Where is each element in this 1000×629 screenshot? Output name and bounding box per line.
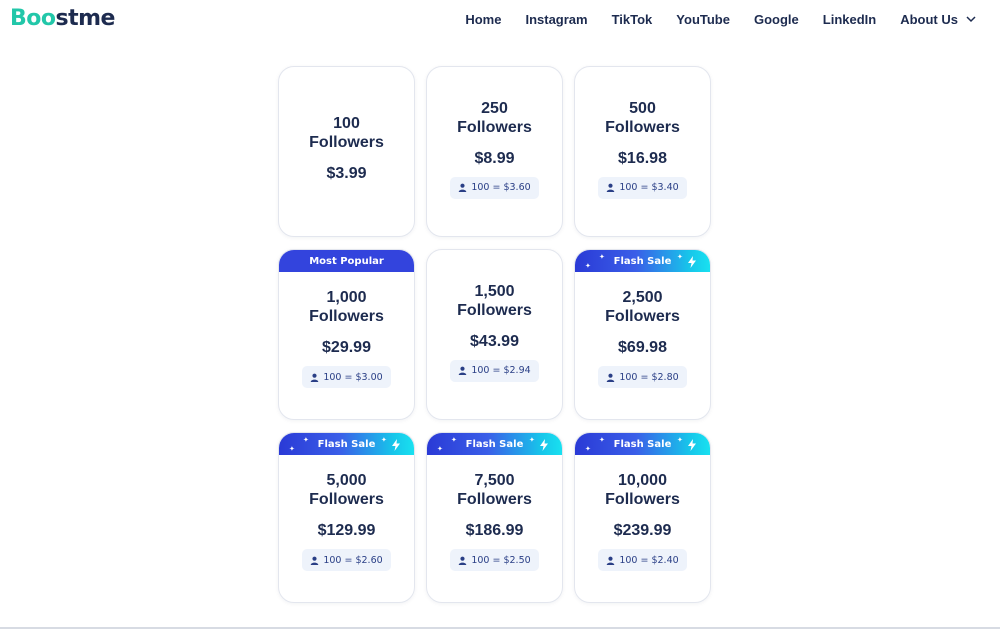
flash-sale-label: Flash Sale xyxy=(317,438,376,450)
package-card-250[interactable]: 250 Followers $8.99 100 = $3.60 xyxy=(426,66,563,237)
package-card-1500[interactable]: 1,500 Followers $43.99 100 = $2.94 xyxy=(426,249,563,420)
lightning-bolt-icon xyxy=(540,439,548,451)
rate-badge: 100 = $2.80 xyxy=(598,366,687,388)
nav-about-us[interactable]: About Us xyxy=(900,12,976,27)
package-price: $186.99 xyxy=(465,522,524,539)
package-quantity: 500 Followers xyxy=(605,99,680,136)
lightning-bolt-icon xyxy=(688,439,696,451)
sparkle-icon: ✦ xyxy=(677,253,683,261)
package-card-2500[interactable]: ✦ ✦ ✦ Flash Sale 2,500 Followers $69.98 1… xyxy=(574,249,711,420)
package-price: $16.98 xyxy=(618,149,667,167)
user-icon xyxy=(607,183,615,192)
package-quantity: 7,500 Followers xyxy=(457,472,532,508)
package-quantity: 5,000 Followers xyxy=(309,472,384,508)
rate-badge: 100 = $3.40 xyxy=(598,176,687,199)
site-header: Boostme Home Instagram TikTok YouTube Go… xyxy=(0,0,1000,38)
package-price: $129.99 xyxy=(317,522,376,539)
package-price: $8.99 xyxy=(474,149,515,167)
user-icon xyxy=(311,373,319,382)
sparkle-icon: ✦ xyxy=(599,436,605,444)
package-quantity: 100 Followers xyxy=(309,115,384,151)
user-icon xyxy=(607,556,615,565)
sparkle-icon: ✦ xyxy=(381,436,387,444)
flash-sale-label: Flash Sale xyxy=(613,438,672,450)
lightning-bolt-icon xyxy=(392,439,400,451)
brand-name: Boostme xyxy=(10,6,115,31)
package-price: $43.99 xyxy=(470,332,519,350)
sparkle-icon: ✦ xyxy=(585,445,591,453)
package-card-5000[interactable]: ✦ ✦ ✦ Flash Sale 5,000 Followers $129.99 … xyxy=(278,432,415,603)
user-icon xyxy=(607,373,615,382)
package-quantity: 1,500 Followers xyxy=(457,282,532,319)
package-card-10000[interactable]: ✦ ✦ ✦ Flash Sale 10,000 Followers $239.99… xyxy=(574,432,711,603)
rate-badge: 100 = $2.60 xyxy=(302,549,391,571)
nav-tiktok[interactable]: TikTok xyxy=(612,12,653,27)
package-quantity: 250 Followers xyxy=(457,99,532,136)
package-card-1000[interactable]: Most Popular 1,000 Followers $29.99 100 =… xyxy=(278,249,415,420)
flash-sale-label: Flash Sale xyxy=(613,255,672,267)
package-price: $239.99 xyxy=(613,522,672,539)
rate-badge: 100 = $2.50 xyxy=(450,549,539,571)
rate-badge: 100 = $2.94 xyxy=(450,359,539,382)
sparkle-icon: ✦ xyxy=(529,436,535,444)
package-card-500[interactable]: 500 Followers $16.98 100 = $3.40 xyxy=(574,66,711,237)
package-quantity: 2,500 Followers xyxy=(605,289,680,325)
sparkle-icon: ✦ xyxy=(585,262,591,270)
most-popular-banner: Most Popular xyxy=(279,250,414,272)
nav-home[interactable]: Home xyxy=(465,12,501,27)
sparkle-icon: ✦ xyxy=(303,436,309,444)
user-icon xyxy=(459,183,467,192)
user-icon xyxy=(459,366,467,375)
main-nav: Home Instagram TikTok YouTube Google Lin… xyxy=(441,0,976,38)
lightning-bolt-icon xyxy=(688,256,696,268)
nav-youtube[interactable]: YouTube xyxy=(676,12,730,27)
sparkle-icon: ✦ xyxy=(289,445,295,453)
package-quantity: 10,000 Followers xyxy=(605,472,680,508)
nav-google[interactable]: Google xyxy=(754,12,799,27)
chevron-down-icon xyxy=(966,16,976,23)
flash-sale-banner: ✦ ✦ ✦ Flash Sale xyxy=(575,250,710,272)
sparkle-icon: ✦ xyxy=(599,253,605,261)
rate-badge: 100 = $2.40 xyxy=(598,549,687,571)
flash-sale-label: Flash Sale xyxy=(465,438,524,450)
flash-sale-banner: ✦ ✦ ✦ Flash Sale xyxy=(279,433,414,455)
nav-about-us-label: About Us xyxy=(900,11,958,27)
rate-badge: 100 = $3.60 xyxy=(450,176,539,199)
package-price: $3.99 xyxy=(326,165,367,182)
rate-badge: 100 = $3.00 xyxy=(302,366,391,388)
package-card-7500[interactable]: ✦ ✦ ✦ Flash Sale 7,500 Followers $186.99 … xyxy=(426,432,563,603)
nav-instagram[interactable]: Instagram xyxy=(525,12,587,27)
package-quantity: 1,000 Followers xyxy=(309,289,384,325)
sparkle-icon: ✦ xyxy=(437,445,443,453)
package-price: $69.98 xyxy=(618,339,667,356)
package-grid: 100 Followers $3.99 250 Followers $8.99 10… xyxy=(278,66,712,603)
flash-sale-banner: ✦ ✦ ✦ Flash Sale xyxy=(427,433,562,455)
sparkle-icon: ✦ xyxy=(451,436,457,444)
flash-sale-banner: ✦ ✦ ✦ Flash Sale xyxy=(575,433,710,455)
user-icon xyxy=(311,556,319,565)
package-card-100[interactable]: 100 Followers $3.99 xyxy=(278,66,415,237)
brand-logo[interactable]: Boostme xyxy=(10,6,115,32)
sparkle-icon: ✦ xyxy=(677,436,683,444)
package-price: $29.99 xyxy=(322,339,371,356)
user-icon xyxy=(459,556,467,565)
nav-linkedin[interactable]: LinkedIn xyxy=(823,12,876,27)
